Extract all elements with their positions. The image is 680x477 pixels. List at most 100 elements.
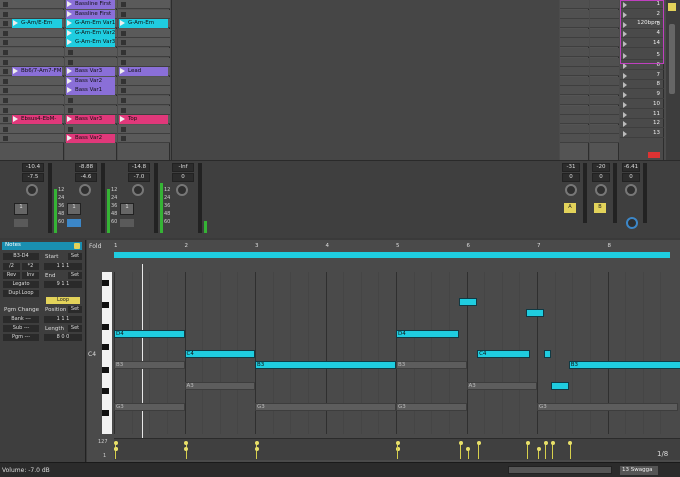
stop-square-icon[interactable] xyxy=(3,2,8,7)
clip-slot[interactable] xyxy=(118,134,170,144)
velocity-handle[interactable] xyxy=(254,441,259,445)
pgm-field[interactable]: Pgm --- xyxy=(3,334,39,341)
velocity-stem[interactable] xyxy=(545,443,547,459)
notes-chooser[interactable]: Notes xyxy=(2,242,82,250)
track-number[interactable]: 1 xyxy=(120,203,134,215)
clip[interactable]: Bass Var1 xyxy=(66,86,115,96)
play-triangle-icon[interactable] xyxy=(120,20,125,27)
black-key[interactable] xyxy=(102,344,109,350)
volume-fader[interactable] xyxy=(198,163,202,233)
return-letter-button[interactable]: A xyxy=(564,203,576,213)
return-pan-knob[interactable] xyxy=(595,184,607,196)
scene-launch[interactable]: 7 xyxy=(620,71,664,80)
clip[interactable]: Bass Var2 xyxy=(66,134,115,144)
scene-launch[interactable]: 8 xyxy=(620,80,664,90)
track-pan-readout[interactable]: 0 xyxy=(172,173,194,182)
clip[interactable]: Bassline First xyxy=(66,9,115,19)
track-pan-readout[interactable]: -4.6 xyxy=(75,173,97,182)
scene-play-icon[interactable] xyxy=(623,92,660,99)
play-triangle-icon[interactable] xyxy=(67,20,72,27)
clip-slot[interactable] xyxy=(118,57,170,67)
overview-scrollbar[interactable] xyxy=(508,466,612,474)
clip-slot[interactable] xyxy=(0,9,64,19)
clip-slot[interactable] xyxy=(0,28,64,38)
stop-square-icon[interactable] xyxy=(68,98,73,103)
midi-note[interactable]: A3 xyxy=(466,382,537,390)
clip-slot[interactable] xyxy=(0,48,64,57)
clip-slot[interactable] xyxy=(590,0,619,9)
scene-launch[interactable]: 11 xyxy=(620,110,664,119)
midi-note[interactable] xyxy=(544,350,552,358)
play-triangle-icon[interactable] xyxy=(67,87,72,94)
clip-slot[interactable] xyxy=(560,28,589,38)
master-cue-knob[interactable] xyxy=(626,217,638,229)
black-key[interactable] xyxy=(102,302,109,308)
clip-slot[interactable] xyxy=(590,76,619,86)
midi-note[interactable]: D4 xyxy=(396,330,460,338)
scrollbar-thumb[interactable] xyxy=(669,24,675,94)
stop-square-icon[interactable] xyxy=(68,50,73,55)
reverse-button[interactable]: Rev xyxy=(3,272,20,279)
play-triangle-icon[interactable] xyxy=(13,68,18,75)
clip-slot[interactable] xyxy=(590,19,619,29)
play-triangle-icon[interactable] xyxy=(67,39,72,46)
velocity-handle[interactable] xyxy=(113,441,118,445)
return-pan-readout[interactable]: 0 xyxy=(622,173,640,182)
clip[interactable]: Top xyxy=(119,115,168,125)
range-field[interactable]: B3-D4 xyxy=(3,253,39,260)
return-pan-readout[interactable]: 0 xyxy=(592,173,610,182)
stop-square-icon[interactable] xyxy=(121,40,126,46)
clip-slot[interactable] xyxy=(118,96,170,105)
stop-square-icon[interactable] xyxy=(3,98,8,103)
midi-note[interactable]: C4 xyxy=(184,350,255,358)
scene-launch[interactable]: 9 xyxy=(620,90,664,100)
velocity-stem[interactable] xyxy=(460,443,462,459)
clip[interactable]: G-Am/E-Em xyxy=(12,19,62,29)
double-button[interactable]: *2 xyxy=(22,263,39,270)
clip-slot[interactable] xyxy=(560,9,589,19)
clip-slot[interactable] xyxy=(560,19,589,29)
clip[interactable]: Lead xyxy=(119,67,168,77)
start-set-button[interactable]: Set xyxy=(68,253,82,260)
velocity-handle[interactable] xyxy=(458,441,463,445)
scene-launch[interactable]: 10 xyxy=(620,100,664,109)
scene-play-icon[interactable] xyxy=(623,72,660,79)
sub-field[interactable]: Sub --- xyxy=(3,325,39,332)
return-volume-fader[interactable] xyxy=(613,163,617,223)
velocity-handle[interactable] xyxy=(543,441,548,445)
stop-square-icon[interactable] xyxy=(121,107,126,113)
fold-button[interactable]: Fold xyxy=(89,243,101,250)
length-set-button[interactable]: Set xyxy=(68,325,82,332)
stop-square-icon[interactable] xyxy=(3,21,8,27)
velocity-handle[interactable] xyxy=(184,447,188,451)
return-pan-knob[interactable] xyxy=(565,184,577,196)
clip[interactable]: Ebsus4-EbM- xyxy=(12,115,62,125)
return-volume-fader[interactable] xyxy=(583,163,587,223)
play-triangle-icon[interactable] xyxy=(67,10,72,17)
clip-slot[interactable] xyxy=(0,76,64,86)
velocity-handle[interactable] xyxy=(536,447,541,451)
midi-note[interactable]: B3 xyxy=(396,361,467,369)
clip[interactable]: G-Am-Em Var1 xyxy=(66,19,115,29)
clip[interactable]: G-Am-Em Var2 xyxy=(66,28,115,38)
clip-slot[interactable] xyxy=(0,0,64,9)
stop-square-icon[interactable] xyxy=(3,40,8,46)
stop-square-icon[interactable] xyxy=(121,78,126,84)
track-volume-readout[interactable]: -8.88 xyxy=(75,163,97,172)
velocity-stem[interactable] xyxy=(569,443,571,459)
pan-knob[interactable] xyxy=(26,184,38,196)
velocity-handle[interactable] xyxy=(476,441,481,445)
stop-square-icon[interactable] xyxy=(3,78,8,84)
legato-button[interactable]: Legato xyxy=(3,281,39,288)
velocity-handle[interactable] xyxy=(466,447,470,451)
clip-slot[interactable] xyxy=(590,115,619,125)
black-key[interactable] xyxy=(102,410,109,416)
clip-slot[interactable] xyxy=(118,38,170,48)
clip[interactable]: G-Am-Em xyxy=(119,19,168,29)
clip-slot[interactable] xyxy=(65,96,117,105)
stop-square-icon[interactable] xyxy=(3,30,8,36)
return-volume-readout[interactable]: -31 xyxy=(562,163,580,172)
clip-slot[interactable] xyxy=(590,96,619,105)
velocity-handle[interactable] xyxy=(113,447,118,451)
play-triangle-icon[interactable] xyxy=(67,29,72,36)
